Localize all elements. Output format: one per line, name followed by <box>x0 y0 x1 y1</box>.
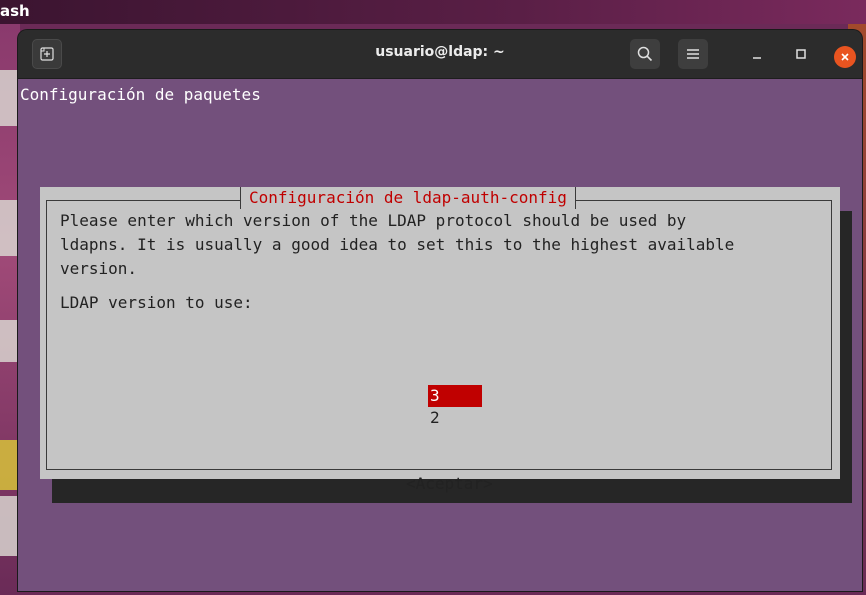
terminal-content[interactable]: Configuración de paquetes Configuración … <box>18 79 862 591</box>
close-icon <box>841 53 849 61</box>
maximize-icon <box>796 49 806 59</box>
minimize-button[interactable] <box>742 39 772 69</box>
search-icon <box>637 46 653 62</box>
desktop-item <box>0 200 18 256</box>
config-dialog: Configuración de ldap-auth-config Please… <box>40 187 840 493</box>
maximize-button[interactable] <box>786 39 816 69</box>
accept-button[interactable]: <Aceptar> <box>406 474 493 493</box>
desktop-item <box>0 70 18 126</box>
ldap-version-label: LDAP version to use: <box>60 293 253 312</box>
dialog-description: Please enter which version of the LDAP p… <box>60 211 735 278</box>
desktop-item <box>0 320 18 362</box>
dialog-title: Configuración de ldap-auth-config <box>240 187 576 209</box>
ldap-version-option-3[interactable]: 3 <box>428 385 482 407</box>
desktop-item <box>0 440 18 490</box>
close-button[interactable] <box>834 46 856 68</box>
terminal-window: usuario@ldap: ~ Configuración de paquete… <box>18 30 862 591</box>
title-bar: usuario@ldap: ~ <box>18 30 862 79</box>
menu-button[interactable] <box>678 39 708 69</box>
window-title: usuario@ldap: ~ <box>375 44 505 60</box>
desktop-item <box>0 496 18 556</box>
hamburger-menu-icon <box>687 49 699 59</box>
desktop-top-bar: ash <box>0 0 866 24</box>
minimize-icon <box>753 57 761 59</box>
ldap-version-option-2[interactable]: 2 <box>428 407 482 429</box>
terminal-header-text: Configuración de paquetes <box>20 85 261 104</box>
search-button[interactable] <box>630 39 660 69</box>
desktop-top-bar-text: ash <box>0 2 30 20</box>
